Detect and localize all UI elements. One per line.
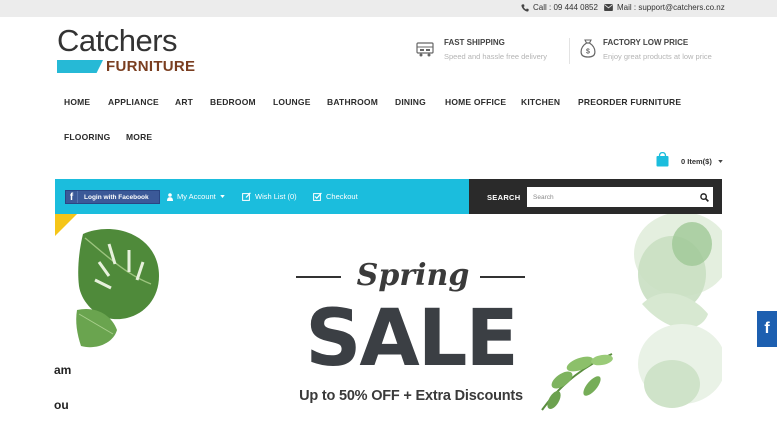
nav-item-flooring[interactable]: FLOORING	[64, 132, 110, 142]
nav-item-home[interactable]: HOME	[64, 97, 90, 107]
feature-subtitle: Speed and hassle free delivery	[444, 52, 547, 61]
mail-text: Mail : support@catchers.co.nz	[617, 3, 725, 12]
top-bar: Call : 09 444 0852 Mail : support@catche…	[0, 0, 777, 17]
logo-subtitle: FURNITURE	[106, 58, 196, 75]
nav-item-appliance[interactable]: APPLIANCE	[108, 97, 159, 107]
my-account-link[interactable]: My Account	[167, 192, 225, 201]
caret-down-icon[interactable]	[718, 160, 723, 163]
watercolor-leaves-image	[541, 214, 722, 411]
feature-title: FAST SHIPPING	[444, 38, 505, 47]
wish-list-link[interactable]: Wish List (0)	[242, 192, 297, 201]
facebook-icon: f	[66, 191, 78, 203]
decorative-line	[480, 276, 525, 278]
banner-sale-heading: SALE	[305, 294, 519, 384]
banner-spring-heading: Spring	[356, 258, 470, 293]
my-account-label: My Account	[177, 192, 216, 201]
cart-count[interactable]: 0 Item($)	[681, 157, 712, 166]
money-bag-icon: $	[580, 39, 596, 58]
feature-title: FACTORY LOW PRICE	[603, 38, 689, 47]
nav-item-home-office[interactable]: HOME OFFICE	[445, 97, 506, 107]
nav-item-bedroom[interactable]: BEDROOM	[210, 97, 256, 107]
search-input[interactable]	[527, 187, 713, 207]
search-icon	[699, 192, 709, 202]
page: Call : 09 444 0852 Mail : support@catche…	[0, 0, 777, 423]
feature-divider	[569, 38, 570, 64]
checkout-link[interactable]: Checkout	[313, 192, 358, 201]
shopping-bag-icon[interactable]	[656, 152, 669, 167]
logo-title: Catchers	[57, 23, 178, 58]
phone-icon	[521, 3, 529, 12]
search-label: SEARCH	[487, 193, 521, 202]
feature-factory-low-price: FACTORY LOW PRICE Enjoy great products a…	[603, 38, 712, 61]
edit-icon	[242, 192, 251, 201]
logo-stripe	[57, 60, 103, 73]
edge-text: am	[54, 363, 72, 377]
feature-subtitle: Enjoy great products at low price	[603, 52, 712, 61]
mail-info[interactable]: Mail : support@catchers.co.nz	[604, 3, 725, 12]
banner-discount-text: Up to 50% OFF + Extra Discounts	[299, 388, 523, 404]
mail-icon	[604, 4, 613, 11]
facebook-icon: f	[764, 320, 770, 337]
spring-sale-banner[interactable]: Spring SALE Up to 50% OFF + Extra Discou…	[55, 214, 722, 423]
nav-item-preorder-furniture[interactable]: PREORDER FURNITURE	[578, 97, 681, 107]
svg-text:$: $	[586, 49, 590, 56]
nav-item-lounge[interactable]: LOUNGE	[273, 97, 311, 107]
truck-icon	[416, 42, 434, 57]
search-button[interactable]	[697, 190, 711, 204]
user-icon	[167, 192, 173, 201]
nav-item-kitchen[interactable]: KITCHEN	[521, 97, 560, 107]
facebook-login-label: Login with Facebook	[84, 193, 149, 201]
call-info[interactable]: Call : 09 444 0852	[521, 3, 598, 12]
caret-down-icon	[220, 195, 225, 198]
feature-fast-shipping: FAST SHIPPING Speed and hassle free deli…	[444, 38, 547, 61]
facebook-share-button[interactable]: f	[757, 311, 777, 347]
nav-item-dining[interactable]: DINING	[395, 97, 426, 107]
nav-item-bathroom[interactable]: BATHROOM	[327, 97, 378, 107]
checkbox-icon	[313, 192, 322, 201]
facebook-login-button[interactable]: f Login with Facebook	[65, 190, 160, 204]
nav-item-more[interactable]: MORE	[126, 132, 152, 142]
wish-list-label: Wish List (0)	[255, 192, 297, 201]
edge-text: ou	[54, 398, 69, 412]
checkout-label: Checkout	[326, 192, 358, 201]
nav-item-art[interactable]: ART	[175, 97, 193, 107]
decorative-line	[296, 276, 341, 278]
call-text: Call : 09 444 0852	[533, 3, 598, 12]
monstera-leaf-image	[55, 214, 159, 348]
